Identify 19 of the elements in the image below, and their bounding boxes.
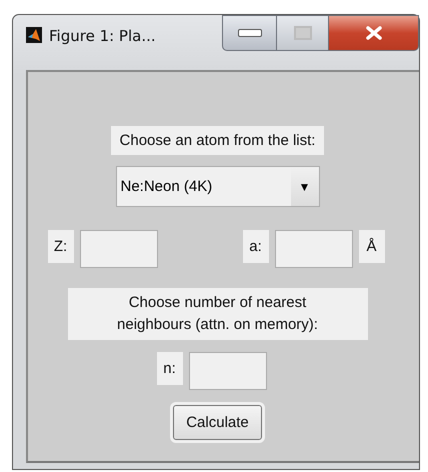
app-icon [26,27,42,43]
a-label: a: [242,230,268,263]
minimize-icon [238,29,262,37]
close-button[interactable] [329,15,419,51]
maximize-button[interactable] [277,15,329,51]
calculate-button[interactable]: Calculate [173,405,262,440]
maximize-icon [294,26,312,40]
z-input-field[interactable] [80,230,158,268]
n-label: n: [156,352,182,385]
minimize-button[interactable] [222,15,277,51]
window-title: Figure 1: Pla... [49,27,156,45]
z-label: Z: [48,230,74,263]
atom-dropdown[interactable]: Ne:Neon (4K) ▼ [116,166,320,207]
close-icon [364,26,382,40]
n-input-field[interactable] [188,352,266,390]
atom-prompt: Choose an atom from the list: [110,126,324,155]
unit-label: Å [358,230,384,263]
neighbours-prompt: Choose number of nearest neighbours (attn. on memory): [68,288,368,340]
a-input-field[interactable] [274,230,352,268]
